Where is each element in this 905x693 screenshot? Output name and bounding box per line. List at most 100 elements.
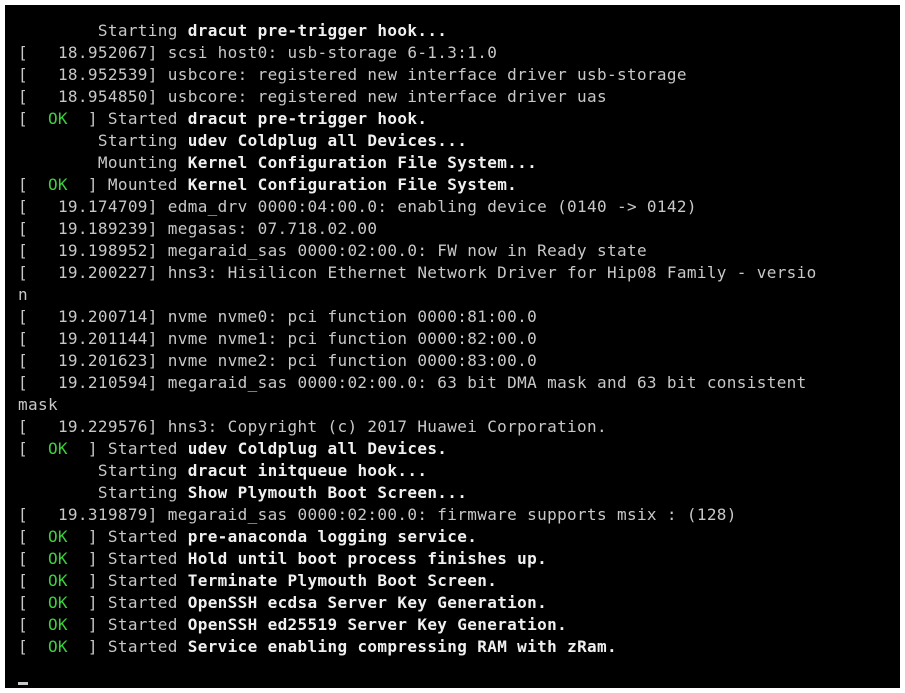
console-line: Starting Show Plymouth Boot Screen... [18, 482, 817, 504]
kernel-timestamp: 18.954850] [57, 87, 158, 106]
console-output: Starting dracut pre-trigger hook... [ 18.… [18, 20, 817, 658]
status-verb: Mounted [107, 175, 178, 194]
kernel-message: edma_drv 0000:04:00.0: enabling device (… [167, 197, 697, 216]
kernel-open-bracket: [ [18, 505, 58, 524]
console-line: [ OK ] Started udev Coldplug all Devices… [18, 438, 817, 460]
ok-open-bracket: [ [18, 439, 48, 458]
status-subject: Hold until boot process finishes up. [187, 549, 548, 568]
status-subject: pre-anaconda logging service. [187, 527, 478, 546]
console-line: [ 19.174709] edma_drv 0000:04:00.0: enab… [18, 196, 817, 218]
console-line: [ OK ] Started pre-anaconda logging serv… [18, 526, 817, 548]
ok-open-bracket: [ [18, 571, 48, 590]
kernel-message: usbcore: registered new interface driver… [167, 65, 687, 84]
ok-close-bracket: ] [67, 593, 98, 612]
ok-open-bracket: [ [18, 549, 48, 568]
kernel-timestamp: 19.200714] [57, 307, 158, 326]
console-line: [ 19.229576] hns3: Copyright (c) 2017 Hu… [18, 416, 817, 438]
status-verb: Started [107, 637, 178, 656]
kernel-message: nvme nvme1: pci function 0000:82:00.0 [167, 329, 538, 348]
status-subject: Kernel Configuration File System... [187, 153, 538, 172]
status-subject: dracut pre-trigger hook... [187, 21, 448, 40]
kernel-message: megaraid_sas 0000:02:00.0: FW now in Rea… [167, 241, 647, 260]
ok-status: OK [47, 109, 68, 128]
kernel-message: scsi host0: usb-storage 6-1.3:1.0 [167, 43, 498, 62]
ok-close-bracket: ] [67, 527, 98, 546]
kernel-open-bracket: [ [18, 329, 58, 348]
status-subject: dracut pre-trigger hook. [187, 109, 428, 128]
wrapped-text: mask [18, 395, 58, 414]
status-subject: OpenSSH ecdsa Server Key Generation. [187, 593, 548, 612]
console-line: [ 18.952539] usbcore: registered new int… [18, 64, 817, 86]
status-subject: OpenSSH ed25519 Server Key Generation. [187, 615, 568, 634]
kernel-open-bracket: [ [18, 43, 58, 62]
console-line: [ 19.210594] megaraid_sas 0000:02:00.0: … [18, 372, 817, 394]
console-line: [ 19.200227] hns3: Hisilicon Ethernet Ne… [18, 262, 817, 284]
status-subject: dracut initqueue hook... [187, 461, 428, 480]
ok-open-bracket: [ [18, 527, 48, 546]
status-verb: Started [107, 439, 178, 458]
kernel-open-bracket: [ [18, 417, 58, 436]
kernel-message: hns3: Copyright (c) 2017 Huawei Corporat… [167, 417, 607, 436]
console-line: [ 18.952067] scsi host0: usb-storage 6-1… [18, 42, 817, 64]
kernel-message: nvme nvme2: pci function 0000:83:00.0 [167, 351, 538, 370]
console-line: mask [18, 394, 817, 416]
status-verb: Starting [97, 131, 178, 150]
kernel-timestamp: 19.201623] [57, 351, 158, 370]
ok-status: OK [47, 615, 68, 634]
console-line: [ OK ] Started OpenSSH ecdsa Server Key … [18, 592, 817, 614]
ok-open-bracket: [ [18, 175, 48, 194]
ok-open-bracket: [ [18, 593, 48, 612]
status-verb: Started [107, 527, 178, 546]
kernel-timestamp: 19.201144] [57, 329, 158, 348]
wrapped-text: n [18, 285, 28, 304]
kernel-timestamp: 19.229576] [57, 417, 158, 436]
kernel-message: nvme nvme0: pci function 0000:81:00.0 [167, 307, 538, 326]
status-verb: Starting [97, 483, 178, 502]
ok-open-bracket: [ [18, 637, 48, 656]
status-verb: Started [107, 549, 178, 568]
kernel-timestamp: 19.189239] [57, 219, 158, 238]
status-subject: Terminate Plymouth Boot Screen. [187, 571, 498, 590]
kernel-message: megasas: 07.718.02.00 [167, 219, 378, 238]
console-line: [ 19.200714] nvme nvme0: pci function 00… [18, 306, 817, 328]
kernel-message: megaraid_sas 0000:02:00.0: firmware supp… [167, 505, 737, 524]
kernel-timestamp: 18.952539] [57, 65, 158, 84]
console-line: [ 19.201623] nvme nvme2: pci function 00… [18, 350, 817, 372]
kernel-open-bracket: [ [18, 351, 58, 370]
console-line: Mounting Kernel Configuration File Syste… [18, 152, 817, 174]
status-subject: Show Plymouth Boot Screen... [187, 483, 468, 502]
console-line: [ 19.198952] megaraid_sas 0000:02:00.0: … [18, 240, 817, 262]
kernel-timestamp: 19.198952] [57, 241, 158, 260]
status-subject: udev Coldplug all Devices. [187, 439, 448, 458]
ok-status: OK [47, 175, 68, 194]
status-verb: Started [107, 109, 178, 128]
ok-open-bracket: [ [18, 615, 48, 634]
console-line: [ OK ] Started Terminate Plymouth Boot S… [18, 570, 817, 592]
console-line: [ OK ] Started dracut pre-trigger hook. [18, 108, 817, 130]
status-verb: Mounting [97, 153, 178, 172]
status-verb: Started [107, 615, 178, 634]
kernel-open-bracket: [ [18, 263, 58, 282]
ok-status: OK [47, 549, 68, 568]
console-line: n [18, 284, 817, 306]
console-line: Starting dracut initqueue hook... [18, 460, 817, 482]
status-subject: udev Coldplug all Devices... [187, 131, 468, 150]
console-line: [ OK ] Started Service enabling compress… [18, 636, 817, 658]
console-line: [ OK ] Started Hold until boot process f… [18, 548, 817, 570]
status-subject: Service enabling compressing RAM with zR… [187, 637, 617, 656]
kernel-timestamp: 19.200227] [57, 263, 158, 282]
boot-console[interactable]: Starting dracut pre-trigger hook... [ 18.… [5, 5, 900, 688]
console-line: [ 19.319879] megaraid_sas 0000:02:00.0: … [18, 504, 817, 526]
kernel-open-bracket: [ [18, 219, 58, 238]
console-line: [ OK ] Started OpenSSH ed25519 Server Ke… [18, 614, 817, 636]
ok-status: OK [47, 527, 68, 546]
kernel-message: hns3: Hisilicon Ethernet Network Driver … [167, 263, 817, 282]
kernel-timestamp: 19.174709] [57, 197, 158, 216]
kernel-timestamp: 19.210594] [57, 373, 158, 392]
kernel-timestamp: 19.319879] [57, 505, 158, 524]
console-line: [ 19.201144] nvme nvme1: pci function 00… [18, 328, 817, 350]
